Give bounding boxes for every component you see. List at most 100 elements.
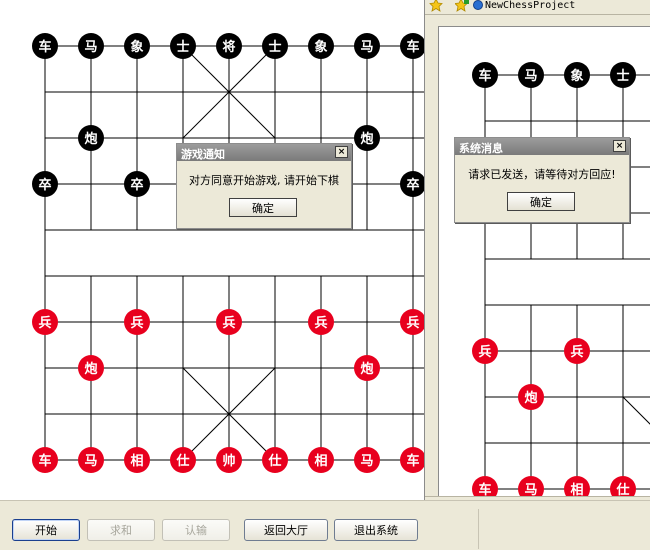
game-notice-title-bar[interactable]: 游戏通知 ×: [177, 144, 351, 161]
piece-label: 炮: [84, 131, 97, 147]
piece-label: 马: [360, 454, 373, 469]
piece-label: 卒: [130, 177, 143, 193]
piece-label: 炮: [84, 361, 97, 377]
red-piece[interactable]: 炮: [78, 355, 104, 381]
black-piece[interactable]: 象: [564, 62, 590, 88]
black-piece[interactable]: 车: [400, 33, 424, 59]
red-piece[interactable]: 炮: [354, 355, 380, 381]
start-button[interactable]: 开始: [12, 519, 80, 541]
piece-label: 士: [176, 39, 189, 55]
piece-label: 象: [130, 39, 143, 55]
black-piece[interactable]: 将: [216, 33, 242, 59]
resign-button[interactable]: 认输: [162, 519, 230, 541]
exit-system-button[interactable]: 退出系统: [334, 519, 418, 541]
black-piece[interactable]: 卒: [32, 171, 58, 197]
piece-label: 卒: [38, 177, 51, 193]
piece-label: 车: [38, 39, 51, 55]
piece-label: 车: [38, 453, 51, 469]
piece-label: 车: [478, 68, 491, 84]
red-piece[interactable]: 相: [124, 447, 150, 473]
piece-label: 马: [84, 40, 97, 55]
piece-label: 相: [570, 482, 583, 497]
piece-label: 车: [478, 482, 491, 497]
black-piece[interactable]: 象: [308, 33, 334, 59]
black-piece[interactable]: 士: [170, 33, 196, 59]
red-piece[interactable]: 仕: [262, 447, 288, 473]
system-message-close-icon[interactable]: ×: [613, 140, 626, 152]
system-message-dialog: 系统消息 × 请求已发送，请等待对方回应! 确定: [454, 137, 630, 223]
piece-label: 炮: [360, 131, 373, 147]
black-piece[interactable]: 士: [262, 33, 288, 59]
right-pieces: 车马象士兵 兵炮车马相仕: [472, 62, 636, 497]
piece-label: 士: [268, 39, 281, 55]
black-piece[interactable]: 象: [124, 33, 150, 59]
right-chess-board[interactable]: 车马象士兵 兵炮车马相仕: [439, 27, 650, 497]
system-message-title: 系统消息: [459, 142, 503, 155]
browser-toolbar: NewChessProject: [425, 0, 650, 15]
piece-label: 兵: [314, 315, 327, 331]
game-notice-ok-button[interactable]: 确定: [229, 198, 297, 217]
piece-label: 相: [314, 453, 327, 469]
system-message-text: 请求已发送，请等待对方回应!: [468, 168, 616, 181]
black-piece[interactable]: 卒: [124, 171, 150, 197]
favorites-star-icon[interactable]: [429, 0, 443, 12]
red-piece[interactable]: 马: [78, 447, 104, 473]
ie-page-icon: [473, 0, 483, 10]
piece-label: 车: [406, 39, 419, 55]
left-chess-board[interactable]: 车马象士将士象马车炮 炮卒卒卒兵兵兵兵兵炮 炮车马相仕帅仕相马车: [0, 0, 424, 500]
red-piece[interactable]: 兵: [472, 338, 498, 364]
red-piece[interactable]: 相: [308, 447, 334, 473]
piece-label: 仕: [615, 482, 629, 497]
back-to-lobby-button[interactable]: 返回大厅: [244, 519, 328, 541]
red-piece[interactable]: 车: [32, 447, 58, 473]
piece-label: 马: [84, 454, 97, 469]
game-notice-title: 游戏通知: [181, 148, 225, 161]
red-piece[interactable]: 仕: [170, 447, 196, 473]
black-piece[interactable]: 炮: [78, 125, 104, 151]
red-piece[interactable]: 兵: [32, 309, 58, 335]
piece-label: 仕: [267, 453, 281, 469]
control-bar: 开始 求和 认输 返回大厅 退出系统: [0, 500, 650, 550]
piece-label: 兵: [130, 315, 143, 331]
red-piece[interactable]: 兵: [216, 309, 242, 335]
red-piece[interactable]: 仕: [610, 476, 636, 497]
black-piece[interactable]: 炮: [354, 125, 380, 151]
browser-window: NewChessProject 车 马 象 士 兵 兵 炮 车 马 相 仕: [424, 0, 650, 517]
right-board-viewport: 车马象士兵兵炮车马相仕: [438, 26, 650, 497]
draw-button[interactable]: 求和: [87, 519, 155, 541]
red-piece[interactable]: 兵: [308, 309, 334, 335]
red-piece[interactable]: 炮: [518, 384, 544, 410]
red-piece[interactable]: 兵: [400, 309, 424, 335]
piece-label: 象: [570, 68, 583, 84]
piece-label: 卒: [406, 177, 419, 193]
red-piece[interactable]: 帅: [216, 447, 242, 473]
red-piece[interactable]: 车: [400, 447, 424, 473]
red-piece[interactable]: 兵: [124, 309, 150, 335]
piece-label: 马: [524, 483, 537, 497]
black-piece[interactable]: 士: [610, 62, 636, 88]
game-notice-close-icon[interactable]: ×: [335, 146, 348, 158]
add-favorite-icon[interactable]: [455, 0, 469, 12]
black-piece[interactable]: 马: [518, 62, 544, 88]
red-piece[interactable]: 相: [564, 476, 590, 497]
black-piece[interactable]: 车: [472, 62, 498, 88]
red-piece[interactable]: 车: [472, 476, 498, 497]
piece-label: 兵: [570, 344, 583, 360]
piece-label: 兵: [478, 344, 491, 360]
red-piece[interactable]: 马: [354, 447, 380, 473]
black-piece[interactable]: 车: [32, 33, 58, 59]
system-message-ok-button[interactable]: 确定: [507, 192, 575, 211]
piece-label: 相: [130, 453, 143, 469]
piece-label: 兵: [222, 315, 235, 331]
piece-label: 士: [616, 68, 629, 84]
system-message-title-bar[interactable]: 系统消息 ×: [455, 138, 629, 155]
red-piece[interactable]: 兵: [564, 338, 590, 364]
black-piece[interactable]: 卒: [400, 171, 424, 197]
black-piece[interactable]: 马: [354, 33, 380, 59]
browser-tab-title[interactable]: NewChessProject: [485, 0, 575, 11]
piece-label: 马: [524, 69, 537, 84]
red-piece[interactable]: 马: [518, 476, 544, 497]
left-board-grid: [44, 45, 424, 461]
piece-label: 炮: [360, 361, 373, 377]
black-piece[interactable]: 马: [78, 33, 104, 59]
